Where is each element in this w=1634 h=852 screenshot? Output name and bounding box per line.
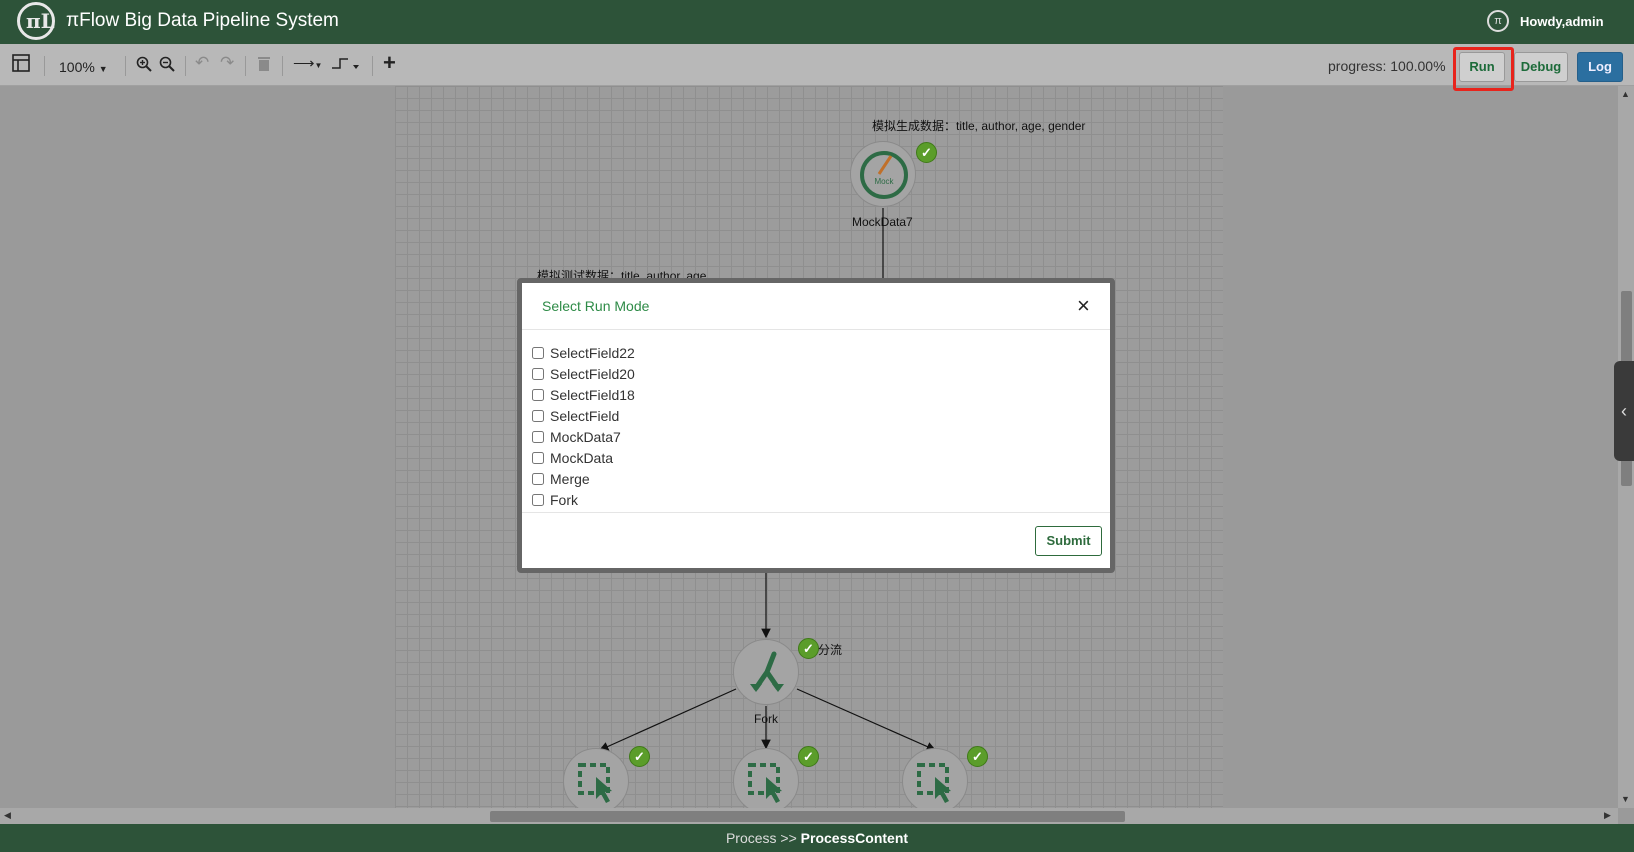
option-label: Merge xyxy=(550,470,590,487)
zoom-select[interactable]: 100% ▼ xyxy=(59,59,108,75)
editor-toolbar: 100% ▼ ↶ ↷ ⟶▼ + progress: 100.00% Run De… xyxy=(0,44,1634,86)
select-run-mode-dialog: Select Run Mode × SelectField22 SelectFi… xyxy=(517,278,1115,573)
option-label: SelectField22 xyxy=(550,344,635,361)
debug-button[interactable]: Debug xyxy=(1514,52,1568,82)
close-icon[interactable]: × xyxy=(1077,293,1090,319)
toolbar-divider xyxy=(125,56,126,76)
mockdata7-description: 模拟生成数据：title, author, age, gender xyxy=(872,119,1086,133)
submit-button[interactable]: Submit xyxy=(1035,526,1102,556)
run-mode-option[interactable]: SelectField xyxy=(532,405,1100,426)
scroll-down-icon[interactable]: ▼ xyxy=(1621,794,1630,804)
run-mode-option[interactable]: Fork xyxy=(532,489,1100,510)
select-field-icon xyxy=(917,763,951,803)
option-label: MockData7 xyxy=(550,428,621,445)
chevron-left-icon: ‹ xyxy=(1621,401,1627,421)
connection-arrow-icon[interactable]: ⟶▼ xyxy=(293,54,322,72)
breadcrumb-parent[interactable]: Process >> xyxy=(726,830,797,846)
success-check-icon: ✓ xyxy=(967,746,988,767)
toolbar-divider xyxy=(44,56,45,76)
success-check-icon: ✓ xyxy=(916,142,937,163)
delete-icon[interactable] xyxy=(257,56,271,77)
node-selectfield[interactable] xyxy=(563,748,629,808)
run-mode-option[interactable]: MockData xyxy=(532,447,1100,468)
checkbox[interactable] xyxy=(532,346,544,359)
redo-icon[interactable]: ↷ xyxy=(220,53,234,73)
checkbox[interactable] xyxy=(532,430,544,443)
breadcrumb-current: ProcessContent xyxy=(800,830,909,846)
checkbox[interactable] xyxy=(532,451,544,464)
progress-indicator: progress: 100.00% xyxy=(1328,58,1446,74)
fork-label: Fork xyxy=(754,712,778,726)
log-button[interactable]: Log xyxy=(1577,52,1623,82)
progress-value: 100.00% xyxy=(1390,58,1446,74)
mock-icon: Mock xyxy=(860,151,908,199)
toolbar-divider xyxy=(282,56,283,76)
select-field-icon xyxy=(748,763,782,803)
scroll-left-icon[interactable]: ◀ xyxy=(4,810,11,821)
logo-icon: πL xyxy=(26,9,55,33)
option-label: MockData xyxy=(550,449,614,466)
dialog-title: Select Run Mode xyxy=(542,298,650,314)
fork-description: 分流 xyxy=(818,643,843,657)
mockdata7-label: MockData7 xyxy=(852,215,913,229)
checkbox[interactable] xyxy=(532,493,544,506)
dialog-header: Select Run Mode × xyxy=(522,283,1110,330)
run-button-highlight xyxy=(1453,47,1514,91)
checkbox[interactable] xyxy=(532,409,544,422)
fork-icon xyxy=(750,651,784,692)
select-field-icon xyxy=(578,763,612,803)
toolbar-divider xyxy=(372,56,373,76)
user-avatar-icon[interactable]: π xyxy=(1487,10,1509,32)
run-mode-option[interactable]: Merge xyxy=(532,468,1100,489)
toolbar-divider xyxy=(185,56,186,76)
chevron-down-icon: ▼ xyxy=(98,64,108,74)
run-mode-option[interactable]: SelectField20 xyxy=(532,363,1100,384)
piflow-logo[interactable]: πL xyxy=(17,2,55,40)
waypoint-style-icon[interactable] xyxy=(331,55,361,76)
zoom-out-icon[interactable] xyxy=(159,56,175,77)
option-label: SelectField18 xyxy=(550,386,635,403)
checkbox[interactable] xyxy=(532,388,544,401)
dialog-body: SelectField22 SelectField20 SelectField1… xyxy=(522,330,1110,512)
option-label: SelectField xyxy=(550,407,620,424)
svg-text:Mock: Mock xyxy=(874,177,894,186)
collapse-panel-button[interactable]: ‹ xyxy=(1614,361,1634,461)
edge-fork-right xyxy=(796,688,937,751)
horizontal-scrollbar[interactable]: ◀ ▶ xyxy=(0,808,1618,824)
checkbox[interactable] xyxy=(532,472,544,485)
run-mode-option[interactable]: SelectField22 xyxy=(532,342,1100,363)
node-selectfield[interactable] xyxy=(733,748,799,808)
scroll-thumb[interactable] xyxy=(490,811,1125,822)
node-mockdata7[interactable]: Mock xyxy=(850,141,916,207)
format-panel-icon[interactable] xyxy=(12,54,30,77)
node-fork[interactable] xyxy=(733,639,799,705)
option-label: SelectField20 xyxy=(550,365,635,382)
edge-fork-left xyxy=(598,688,737,751)
user-greeting[interactable]: Howdy,admin xyxy=(1520,14,1604,29)
scroll-right-icon[interactable]: ▶ xyxy=(1604,810,1611,821)
success-check-icon: ✓ xyxy=(798,746,819,767)
toolbar-divider xyxy=(245,56,246,76)
dialog-footer: Submit xyxy=(522,512,1110,568)
app-header: πL πFlow Big Data Pipeline System π Howd… xyxy=(0,0,1634,44)
app-title: πFlow Big Data Pipeline System xyxy=(66,10,339,31)
add-icon[interactable]: + xyxy=(383,50,396,76)
scroll-up-icon[interactable]: ▲ xyxy=(1621,89,1630,99)
chevron-down-icon: ▼ xyxy=(314,61,323,70)
run-mode-option[interactable]: MockData7 xyxy=(532,426,1100,447)
run-mode-option[interactable]: SelectField18 xyxy=(532,384,1100,405)
option-label: Fork xyxy=(550,491,578,508)
node-selectfield[interactable] xyxy=(902,748,968,808)
breadcrumb: Process >> ProcessContent xyxy=(0,824,1634,852)
undo-icon[interactable]: ↶ xyxy=(195,53,209,73)
success-check-icon: ✓ xyxy=(629,746,650,767)
zoom-in-icon[interactable] xyxy=(136,56,152,77)
checkbox[interactable] xyxy=(532,367,544,380)
success-check-icon: ✓ xyxy=(798,638,819,659)
